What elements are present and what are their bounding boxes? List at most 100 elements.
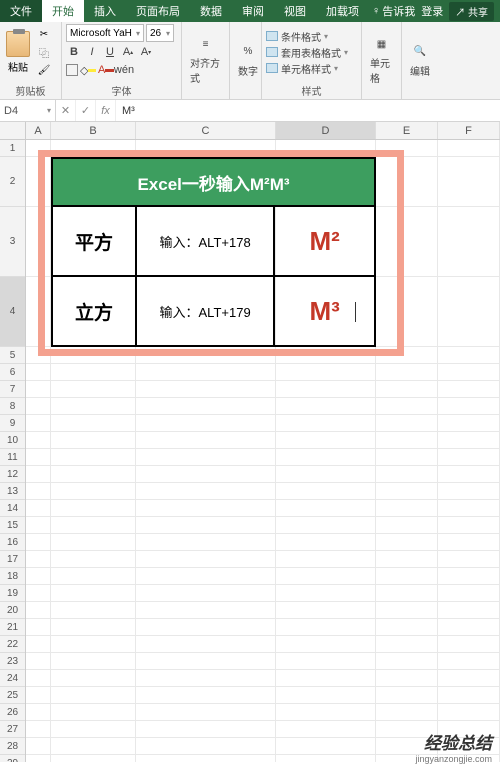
- row-head-12[interactable]: 12: [0, 466, 25, 483]
- row-head-19[interactable]: 19: [0, 585, 25, 602]
- underline-button[interactable]: U: [102, 44, 118, 60]
- x-icon: ✕: [61, 104, 70, 117]
- font-shrink-button[interactable]: A▾: [138, 44, 154, 60]
- group-align: ≡ 对齐方式: [182, 22, 230, 99]
- row-head-10[interactable]: 10: [0, 432, 25, 449]
- font-group-label: 字体: [62, 82, 181, 99]
- cell-C4[interactable]: 输入：ALT+179: [137, 277, 275, 345]
- paste-button[interactable]: 粘贴: [4, 29, 32, 76]
- copy-icon: ⿻: [39, 45, 49, 60]
- font-name-select[interactable]: Microsoft YaH▾: [66, 24, 144, 42]
- group-cells: ▦ 单元格: [362, 22, 402, 99]
- row-head-13[interactable]: 13: [0, 483, 25, 500]
- watermark-en: jingyanzongjie.com: [415, 754, 492, 764]
- row-head-9[interactable]: 9: [0, 415, 25, 432]
- row-head-24[interactable]: 24: [0, 670, 25, 687]
- font-size-select[interactable]: 26▾: [146, 24, 174, 42]
- row-head-2[interactable]: 2: [0, 157, 25, 207]
- fill-color-button[interactable]: ◇: [80, 62, 96, 78]
- row-head-7[interactable]: 7: [0, 381, 25, 398]
- cell-D4[interactable]: M³: [275, 277, 374, 345]
- cells[interactable]: Excel一秒输入M²M³ 平方 输入：ALT+178 M² 立方 输入：ALT…: [26, 140, 500, 762]
- login-link[interactable]: 登录: [421, 3, 443, 19]
- formula-input[interactable]: M³: [116, 105, 500, 117]
- row-head-27[interactable]: 27: [0, 721, 25, 738]
- row-head-11[interactable]: 11: [0, 449, 25, 466]
- row-head-1[interactable]: 1: [0, 140, 25, 157]
- table-row: 立方 输入：ALT+179 M³: [51, 277, 376, 347]
- cell-C3[interactable]: 输入：ALT+178: [137, 207, 275, 275]
- bold-button[interactable]: B: [66, 44, 82, 60]
- col-head-E[interactable]: E: [376, 122, 438, 139]
- phonetic-button[interactable]: wén: [116, 62, 132, 78]
- col-head-D[interactable]: D: [276, 122, 376, 139]
- content-title[interactable]: Excel一秒输入M²M³: [51, 157, 376, 207]
- group-clipboard: 粘贴 ✂ ⿻ 🖌 剪贴板: [0, 22, 62, 99]
- magnifier-icon: 🔍: [410, 42, 430, 62]
- row-head-14[interactable]: 14: [0, 500, 25, 517]
- name-box[interactable]: D4▾: [0, 100, 56, 121]
- cell-D3[interactable]: M²: [275, 207, 374, 275]
- border-button[interactable]: [66, 64, 78, 76]
- row-head-23[interactable]: 23: [0, 653, 25, 670]
- row-head-3[interactable]: 3: [0, 207, 25, 277]
- grid-area: A B C D E F 1 2 3 4 5 6 7 8 9 10 11 12 1…: [0, 122, 500, 762]
- row-head-29[interactable]: 29: [0, 755, 25, 762]
- tab-view[interactable]: 视图: [274, 0, 316, 22]
- tab-insert[interactable]: 插入: [84, 0, 126, 22]
- row-head-25[interactable]: 25: [0, 687, 25, 704]
- table-row: 平方 输入：ALT+178 M²: [51, 207, 376, 277]
- row-head-26[interactable]: 26: [0, 704, 25, 721]
- cell-style-button[interactable]: 单元格样式▾: [266, 61, 348, 76]
- group-font: Microsoft YaH▾ 26▾ B I U A▴ A▾ ◇ A wén 字…: [62, 22, 182, 99]
- col-head-C[interactable]: C: [136, 122, 276, 139]
- row-head-21[interactable]: 21: [0, 619, 25, 636]
- tab-addins[interactable]: 加载项: [316, 0, 369, 22]
- brush-icon: 🖌: [38, 65, 51, 76]
- cell-B3[interactable]: 平方: [53, 207, 137, 275]
- italic-button[interactable]: I: [84, 44, 100, 60]
- col-head-F[interactable]: F: [438, 122, 500, 139]
- enter-button[interactable]: ✓: [76, 100, 96, 121]
- content-table: Excel一秒输入M²M³ 平方 输入：ALT+178 M² 立方 输入：ALT…: [51, 157, 376, 347]
- cond-format-icon: [266, 31, 278, 41]
- tab-layout[interactable]: 页面布局: [126, 0, 190, 22]
- row-head-5[interactable]: 5: [0, 347, 25, 364]
- font-grow-button[interactable]: A▴: [120, 44, 136, 60]
- conditional-format-button[interactable]: 条件格式▾: [266, 29, 348, 44]
- row-head-8[interactable]: 8: [0, 398, 25, 415]
- tab-home[interactable]: 开始: [42, 0, 84, 22]
- col-head-A[interactable]: A: [26, 122, 51, 139]
- cell-B4[interactable]: 立方: [53, 277, 137, 345]
- fx-button[interactable]: fx: [96, 100, 116, 121]
- row-head-20[interactable]: 20: [0, 602, 25, 619]
- select-all[interactable]: [0, 122, 26, 139]
- row-head-22[interactable]: 22: [0, 636, 25, 653]
- bucket-icon: ◇: [80, 64, 88, 77]
- tab-review[interactable]: 审阅: [232, 0, 274, 22]
- format-painter-button[interactable]: 🖌: [35, 62, 53, 78]
- row-head-17[interactable]: 17: [0, 551, 25, 568]
- cut-button[interactable]: ✂: [35, 26, 53, 42]
- font-color-button[interactable]: A: [98, 62, 114, 78]
- row-head-4[interactable]: 4: [0, 277, 25, 347]
- number-button[interactable]: % 数字: [234, 40, 262, 80]
- col-headers: A B C D E F: [0, 122, 500, 140]
- copy-button[interactable]: ⿻: [35, 44, 53, 60]
- row-head-16[interactable]: 16: [0, 534, 25, 551]
- row-head-18[interactable]: 18: [0, 568, 25, 585]
- tell-me-icon[interactable]: ♀告诉我: [372, 3, 415, 19]
- table-format-button[interactable]: 套用表格格式▾: [266, 45, 348, 60]
- cells-button[interactable]: ▦ 单元格: [366, 32, 397, 87]
- cancel-button[interactable]: ✕: [56, 100, 76, 121]
- col-head-B[interactable]: B: [51, 122, 136, 139]
- tab-data[interactable]: 数据: [190, 0, 232, 22]
- row-head-28[interactable]: 28: [0, 738, 25, 755]
- group-styles: 条件格式▾ 套用表格格式▾ 单元格样式▾ 样式: [262, 22, 362, 99]
- share-button[interactable]: ↗ 共享: [449, 2, 494, 21]
- align-button[interactable]: ≡ 对齐方式: [186, 32, 225, 87]
- editing-button[interactable]: 🔍 编辑: [406, 40, 434, 80]
- row-head-6[interactable]: 6: [0, 364, 25, 381]
- row-head-15[interactable]: 15: [0, 517, 25, 534]
- tab-file[interactable]: 文件: [0, 0, 42, 22]
